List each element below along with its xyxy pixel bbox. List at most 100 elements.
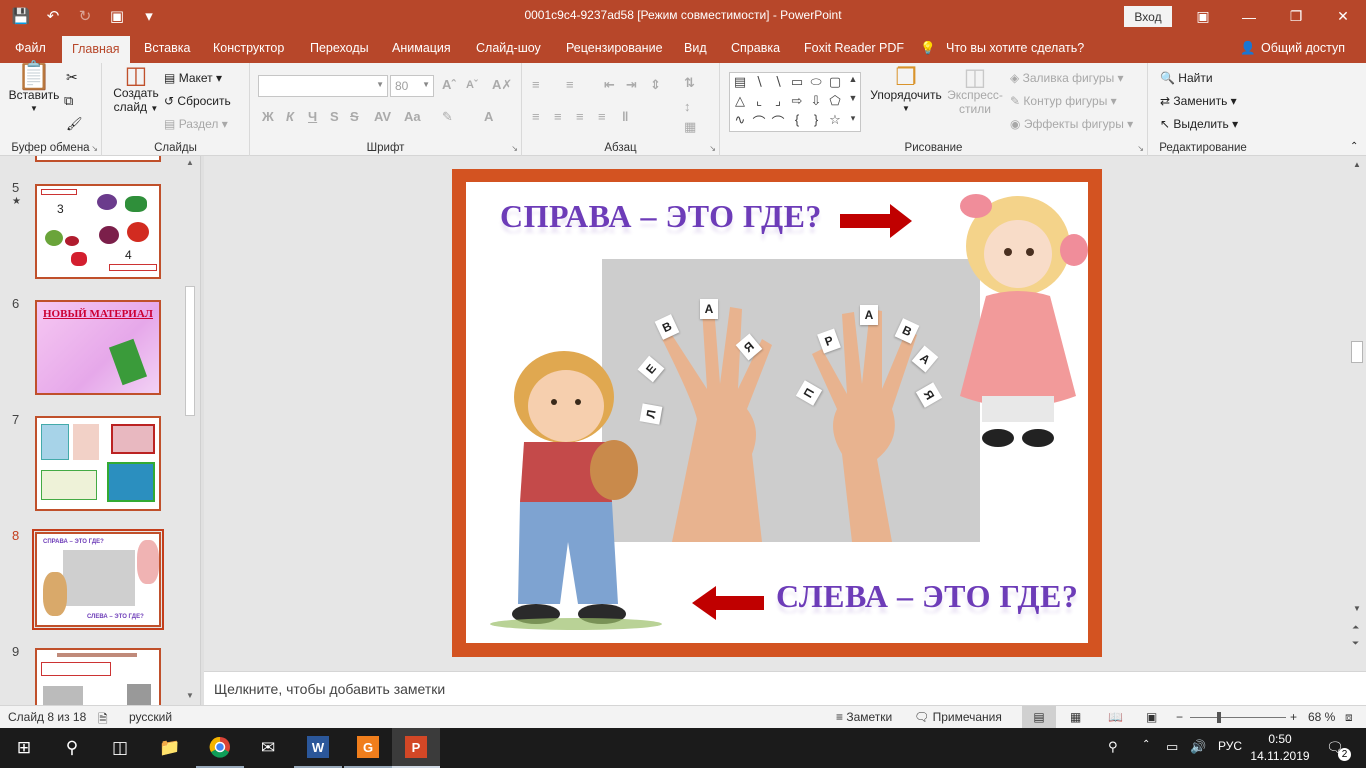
ribbon-display-icon[interactable]: ▣ bbox=[1180, 0, 1226, 33]
language-label[interactable]: русский bbox=[129, 710, 172, 724]
tab-help[interactable]: Справка bbox=[731, 41, 780, 55]
previous-slide-icon[interactable]: ⏶ bbox=[1352, 622, 1359, 633]
zoom-slider[interactable] bbox=[1190, 717, 1286, 718]
reading-view-icon[interactable]: 📖 bbox=[1108, 710, 1123, 724]
triangle-shape-icon[interactable]: △ bbox=[731, 93, 749, 109]
tab-insert[interactable]: Вставка bbox=[144, 41, 190, 55]
chrome-icon[interactable] bbox=[196, 728, 244, 768]
normal-view-icon[interactable]: ▤ bbox=[1022, 706, 1056, 728]
arc-shape-icon[interactable]: ⌒ bbox=[750, 112, 768, 131]
word-icon[interactable]: W bbox=[294, 728, 342, 768]
file-explorer-icon[interactable]: 📁 bbox=[146, 728, 194, 768]
slide-scrollbar[interactable]: ▲ ▼ ⏶ ⏷ bbox=[1348, 156, 1366, 671]
tab-review[interactable]: Рецензирование bbox=[566, 41, 663, 55]
volume-icon[interactable]: 🔊 bbox=[1190, 739, 1206, 755]
dialog-launcher-icon[interactable]: ↘ bbox=[1137, 144, 1144, 153]
scroll-down-icon[interactable]: ▼ bbox=[844, 93, 862, 103]
increase-font-icon[interactable]: Aˆ bbox=[442, 77, 456, 92]
curve-shape-icon[interactable]: ∿ bbox=[731, 112, 749, 128]
decrease-font-icon[interactable]: Aˇ bbox=[466, 79, 478, 91]
collapse-ribbon-icon[interactable]: ⌃ bbox=[1350, 141, 1358, 152]
dialog-launcher-icon[interactable]: ↘ bbox=[91, 144, 98, 153]
oval-shape-icon[interactable]: ⬭ bbox=[807, 74, 825, 90]
bold-button[interactable]: Ж bbox=[262, 109, 274, 124]
zoom-level[interactable]: 68 % bbox=[1308, 710, 1335, 724]
thumbnail-scrollbar[interactable]: ▲ ▼ bbox=[183, 156, 197, 705]
shadow-button[interactable]: S bbox=[330, 109, 339, 124]
tab-view[interactable]: Вид bbox=[684, 41, 707, 55]
slide-title-left[interactable]: СЛЕВА – ЭТО ГДЕ? bbox=[776, 578, 1078, 615]
arrange-button[interactable]: ❐ Упорядочить ▼ bbox=[868, 66, 944, 116]
tell-me-search[interactable]: Что вы хотите сделать? bbox=[946, 41, 1084, 55]
tab-transitions[interactable]: Переходы bbox=[310, 41, 369, 55]
zoom-slider-handle[interactable] bbox=[1217, 712, 1221, 723]
scroll-up-icon[interactable]: ▲ bbox=[844, 74, 862, 84]
shape-outline-button[interactable]: ✎ Контур фигуры ▾ bbox=[1010, 94, 1117, 108]
notes-toggle-button[interactable]: ≡ Заметки bbox=[836, 710, 892, 724]
battery-icon[interactable]: ▭ bbox=[1166, 739, 1178, 755]
tab-animations[interactable]: Анимация bbox=[392, 41, 451, 55]
quick-styles-button[interactable]: ◫ Экспресс- стили bbox=[946, 66, 1004, 117]
format-painter-icon[interactable]: 🖌 bbox=[66, 116, 83, 132]
tab-home[interactable]: Главная bbox=[62, 36, 130, 63]
people-icon[interactable]: ⚲ bbox=[1108, 739, 1118, 755]
sign-in-button[interactable]: Вход bbox=[1124, 6, 1172, 27]
increase-indent-icon[interactable]: ⇥ bbox=[626, 77, 637, 93]
slide-thumbnail-4[interactable] bbox=[35, 156, 161, 162]
system-clock[interactable]: 0:50 14.11.2019 bbox=[1248, 731, 1312, 765]
find-button[interactable]: 🔍 Найти bbox=[1160, 71, 1213, 85]
powerpoint-icon[interactable]: P bbox=[392, 728, 440, 768]
char-spacing-icon[interactable]: AV bbox=[374, 109, 391, 124]
scroll-down-icon[interactable]: ▼ bbox=[1353, 604, 1361, 613]
copy-icon[interactable]: ⧉ bbox=[64, 93, 73, 109]
reset-button[interactable]: ↺ Сбросить bbox=[164, 94, 231, 108]
scrollbar-thumb[interactable] bbox=[185, 286, 195, 416]
align-right-icon[interactable]: ≡ bbox=[576, 109, 584, 124]
cut-icon[interactable]: ✂ bbox=[66, 69, 78, 86]
tab-slideshow[interactable]: Слайд-шоу bbox=[476, 41, 541, 55]
zoom-in-button[interactable]: + bbox=[1290, 710, 1297, 724]
elbow-shape-icon[interactable]: ⌟ bbox=[769, 93, 787, 109]
notes-pane[interactable]: Щелкните, чтобы добавить заметки bbox=[204, 671, 1366, 705]
line-shape-icon[interactable]: ∖ bbox=[750, 74, 768, 90]
zoom-out-button[interactable]: − bbox=[1176, 710, 1183, 724]
decrease-indent-icon[interactable]: ⇤ bbox=[604, 77, 615, 93]
slide-thumbnail-7[interactable] bbox=[35, 416, 161, 511]
italic-button[interactable]: К bbox=[286, 109, 294, 124]
scroll-down-icon[interactable]: ▼ bbox=[186, 691, 194, 700]
slide-title-right[interactable]: СПРАВА – ЭТО ГДЕ? bbox=[500, 198, 822, 235]
search-icon[interactable]: ⚲ bbox=[48, 728, 96, 768]
share-button[interactable]: Общий доступ bbox=[1261, 41, 1345, 55]
textbox-shape-icon[interactable]: ▤ bbox=[731, 74, 749, 90]
brace-shape-icon[interactable]: { bbox=[788, 112, 806, 127]
input-language[interactable]: РУС bbox=[1218, 739, 1242, 753]
strikethrough-button[interactable]: S bbox=[350, 109, 359, 124]
font-size-combo[interactable]: 80 ▼ bbox=[390, 75, 434, 97]
clear-format-icon[interactable]: A✗ bbox=[492, 77, 512, 93]
new-slide-button[interactable]: ◫ Создать слайд ▼ bbox=[110, 64, 162, 116]
comments-button[interactable]: 🗨 Примечания bbox=[914, 710, 1002, 724]
font-name-combo[interactable]: ▼ bbox=[258, 75, 388, 97]
minimize-icon[interactable]: — bbox=[1226, 0, 1272, 33]
rounded-rect-shape-icon[interactable]: ▢ bbox=[826, 74, 844, 90]
smartart-icon[interactable]: ▦ bbox=[684, 119, 696, 135]
slide-thumbnail-9[interactable] bbox=[35, 648, 161, 705]
close-icon[interactable]: ✕ bbox=[1320, 0, 1366, 33]
line-spacing-icon[interactable]: ⇕ bbox=[650, 77, 661, 93]
numbering-icon[interactable]: ≡ bbox=[566, 77, 574, 92]
scroll-up-icon[interactable]: ▲ bbox=[186, 158, 194, 167]
rectangle-shape-icon[interactable]: ▭ bbox=[788, 74, 806, 90]
highlight-icon[interactable]: ✎ bbox=[442, 109, 453, 125]
align-center-icon[interactable]: ≡ bbox=[554, 109, 562, 124]
select-button[interactable]: ↖ Выделить ▾ bbox=[1160, 117, 1238, 131]
align-left-icon[interactable]: ≡ bbox=[532, 109, 540, 124]
fit-to-window-icon[interactable]: ⧈ bbox=[1345, 710, 1353, 725]
arc-shape-icon[interactable]: ⌒ bbox=[769, 112, 787, 131]
more-shapes-icon[interactable]: ▾ bbox=[844, 113, 862, 124]
right-arrow-shape-icon[interactable]: ⇨ bbox=[788, 93, 806, 109]
shape-effects-button[interactable]: ◉ Эффекты фигуры ▾ bbox=[1010, 117, 1133, 131]
change-case-icon[interactable]: Aa bbox=[404, 109, 421, 124]
task-view-icon[interactable]: ◫ bbox=[96, 728, 144, 768]
slide-thumbnail-8[interactable]: СПРАВА – ЭТО ГДЕ? СЛЕВА – ЭТО ГДЕ? bbox=[32, 529, 164, 630]
slide-thumbnail-5[interactable]: 3 4 bbox=[35, 184, 161, 279]
